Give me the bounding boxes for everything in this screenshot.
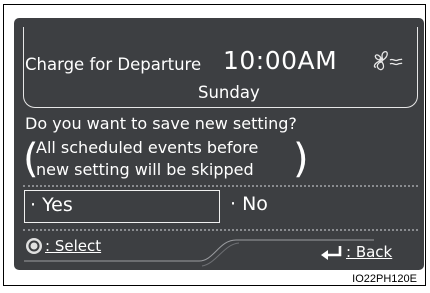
yes-label: · Yes — [30, 194, 73, 216]
figure-frame: Charge for Departure 10:00AM Sunday Do y… — [3, 4, 426, 286]
header-title: Charge for Departure — [25, 55, 202, 74]
departure-day: Sunday — [198, 83, 260, 102]
yes-button[interactable]: · Yes — [24, 190, 220, 223]
no-label: · No — [230, 193, 268, 215]
display-screen: Charge for Departure 10:00AM Sunday Do y… — [14, 18, 424, 270]
note-line-1: All scheduled events before — [36, 138, 259, 157]
back-button-label[interactable]: : Back — [346, 243, 392, 261]
select-label: : Select — [45, 237, 102, 255]
return-arrow-icon[interactable] — [320, 242, 344, 260]
fan-icon — [373, 50, 403, 71]
divider-top — [23, 185, 418, 187]
departure-time: 10:00AM — [223, 46, 338, 75]
divider-bottom — [23, 229, 418, 231]
dial-icon — [26, 238, 42, 254]
note-close-paren: ) — [293, 136, 309, 182]
no-button[interactable]: · No — [230, 190, 350, 223]
note-line-2: new setting will be skipped — [36, 160, 254, 179]
warning-note: ( All scheduled events before new settin… — [23, 136, 313, 182]
confirmation-question: Do you want to save new setting? — [25, 114, 297, 133]
figure-caption: IO22PH120E — [352, 273, 417, 285]
